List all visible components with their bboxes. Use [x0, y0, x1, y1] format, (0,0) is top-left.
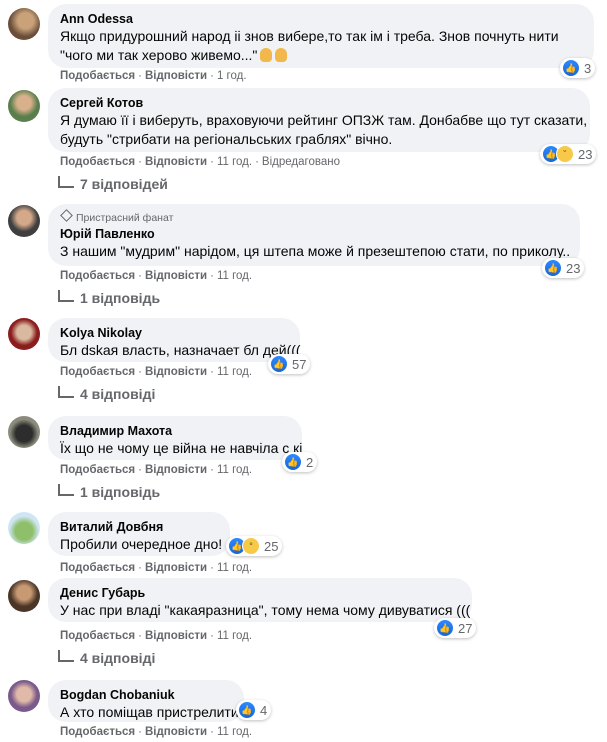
reply-arrow-icon	[58, 484, 74, 496]
comment-text: А хто поміщав пристрелити	[60, 704, 239, 720]
view-replies-button[interactable]: 7 відповідей	[58, 176, 168, 192]
comment-actions: Подобається · Відповісти · 11 год.	[60, 630, 253, 642]
comment-bubble: Денис Губарь У нас при владі "какаяразни…	[48, 578, 472, 622]
commenter-name[interactable]: Владимир Махота	[60, 423, 290, 439]
comment-actions: Подобається · Відповісти · 11 год.	[60, 270, 253, 282]
avatar[interactable]	[8, 205, 40, 237]
timestamp[interactable]: 11 год.	[217, 366, 252, 378]
comment-text: Якщо придурошний народ іі знов вибере,то…	[60, 28, 559, 44]
avatar[interactable]	[8, 680, 40, 712]
reply-arrow-icon	[58, 290, 74, 302]
reply-button[interactable]: Відповісти	[145, 726, 207, 738]
commenter-name[interactable]: Юрій Павленко	[60, 226, 568, 242]
comment-text: Пробили очередное дно!	[60, 536, 223, 552]
timestamp[interactable]: 11 год.	[217, 562, 252, 574]
comment-bubble: Kolya Nikolay Бл dskая власть, назначает…	[48, 318, 301, 362]
view-replies-button[interactable]: 1 відповідь	[58, 484, 160, 500]
view-replies-button[interactable]: 4 відповіді	[58, 386, 155, 402]
avatar[interactable]	[8, 8, 40, 40]
woman-emoji-icon	[260, 48, 273, 62]
comment-text: Я думаю її і виберуть, враховуючи рейтин…	[60, 112, 588, 128]
comment-text: З нашим "мудрим" нарідом, ця штепа може …	[60, 243, 571, 259]
comment-text: "чого ми так херово живемо..."	[60, 46, 582, 65]
comment-bubble: Владимир Махота Їх що не чому це війна н…	[48, 416, 302, 460]
reply-arrow-icon	[58, 386, 74, 398]
like-icon: 👍	[270, 355, 288, 373]
commenter-name[interactable]: Виталий Довбня	[60, 519, 218, 535]
view-replies-button[interactable]: 1 відповідь	[58, 290, 160, 306]
reply-button[interactable]: Відповісти	[145, 70, 207, 82]
commenter-name[interactable]: Bogdan Chobaniuk	[60, 687, 232, 703]
reaction-count[interactable]: 👍 4	[236, 700, 272, 720]
comment-actions: Подобається · Відповісти · 11 год. · Відредаго…	[60, 156, 340, 168]
fan-badge: Пристрасний фанат	[60, 209, 568, 225]
comment-bubble: Пристрасний фанат Юрій Павленко З нашим …	[48, 204, 580, 266]
woman-emoji-icon	[275, 48, 288, 62]
sad-reaction-icon: ˘	[556, 145, 574, 163]
timestamp[interactable]: 11 год.	[217, 630, 252, 642]
commenter-name[interactable]: Денис Губарь	[60, 585, 460, 601]
like-icon: 👍	[284, 453, 302, 471]
like-button[interactable]: Подобається	[60, 464, 135, 476]
reply-arrow-icon	[58, 650, 74, 662]
timestamp[interactable]: 11 год.	[217, 464, 252, 476]
like-button[interactable]: Подобається	[60, 630, 135, 642]
commenter-name[interactable]: Ann Odessa	[60, 11, 582, 27]
avatar[interactable]	[8, 580, 40, 612]
reaction-count[interactable]: 👍 3	[560, 58, 596, 78]
reply-arrow-icon	[58, 176, 74, 188]
comment-text: Їх що не чому це війна не навчіла с кі	[60, 440, 303, 456]
timestamp[interactable]: 11 год.	[217, 156, 252, 168]
reaction-count[interactable]: 👍 23	[542, 258, 585, 278]
comment-actions: Подобається · Відповісти · 11 год.	[60, 366, 253, 378]
like-button[interactable]: Подобається	[60, 156, 135, 168]
reply-button[interactable]: Відповісти	[145, 270, 207, 282]
reaction-count[interactable]: 👍 57	[268, 354, 311, 374]
reply-button[interactable]: Відповісти	[145, 630, 207, 642]
like-icon: 👍	[238, 701, 256, 719]
like-button[interactable]: Подобається	[60, 562, 135, 574]
comment-text: будуть "стрибати на регіональських грабл…	[60, 131, 393, 147]
timestamp[interactable]: 11 год.	[217, 270, 252, 282]
like-icon: 👍	[544, 259, 562, 277]
reply-button[interactable]: Відповісти	[145, 464, 207, 476]
like-icon: 👍	[436, 619, 454, 637]
comment-text: У нас при владі "какаяразница", тому нем…	[60, 602, 471, 618]
like-button[interactable]: Подобається	[60, 70, 135, 82]
comment-actions: Подобається · Відповісти · 1 год.	[60, 70, 247, 82]
diamond-icon	[60, 209, 73, 222]
comment-bubble: Виталий Довбня Пробили очередное дно!	[48, 512, 230, 556]
comment-actions: Подобається · Відповісти · 11 год.	[60, 464, 253, 476]
comment-bubble: Ann Odessa Якщо придурошний народ іі зно…	[48, 4, 594, 68]
commenter-name[interactable]: Сергей Котов	[60, 95, 578, 111]
reaction-count[interactable]: 👍 27	[434, 618, 477, 638]
reaction-count[interactable]: 👍 2	[282, 452, 318, 472]
reply-button[interactable]: Відповісти	[145, 562, 207, 574]
comment-actions: Подобається · Відповісти · 11 год.	[60, 562, 253, 574]
comment-bubble: Сергей Котов Я думаю її і виберуть, врах…	[48, 88, 590, 152]
comment-text: Бл dskая власть, назначает бл дей(((	[60, 342, 301, 358]
timestamp[interactable]: 11 год.	[217, 726, 252, 738]
avatar[interactable]	[8, 512, 40, 544]
reply-button[interactable]: Відповісти	[145, 156, 207, 168]
reply-button[interactable]: Відповісти	[145, 366, 207, 378]
avatar[interactable]	[8, 318, 40, 350]
commenter-name[interactable]: Kolya Nikolay	[60, 325, 288, 341]
edited-label: Відредаговано	[261, 156, 340, 168]
comment-bubble: Bogdan Chobaniuk А хто поміщав пристрели…	[48, 680, 244, 722]
like-button[interactable]: Подобається	[60, 270, 135, 282]
like-button[interactable]: Подобається	[60, 366, 135, 378]
like-button[interactable]: Подобається	[60, 726, 135, 738]
view-replies-button[interactable]: 4 відповіді	[58, 650, 155, 666]
comment-actions: Подобається · Відповісти · 11 год.	[60, 726, 253, 738]
timestamp[interactable]: 1 год.	[217, 70, 247, 82]
wow-reaction-icon: °	[242, 537, 260, 555]
avatar[interactable]	[8, 90, 40, 122]
reaction-count[interactable]: 👍 ˘ 23	[540, 144, 597, 164]
reaction-count[interactable]: 👍 ° 25	[226, 536, 283, 556]
avatar[interactable]	[8, 416, 40, 448]
like-icon: 👍	[562, 59, 580, 77]
